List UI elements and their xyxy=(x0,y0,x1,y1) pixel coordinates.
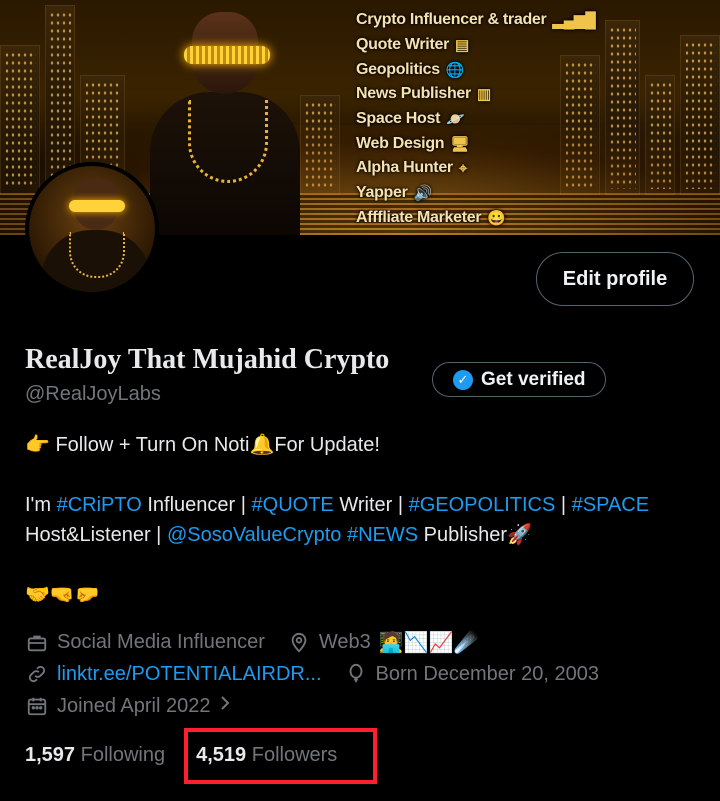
display-name: RealJoy That Mujahid Crypto xyxy=(25,344,390,375)
chart-bars-icon: ▂▄▆█ xyxy=(552,12,596,30)
followers-highlight-box xyxy=(184,728,377,784)
joined-label: Joined April 2022 xyxy=(57,694,211,717)
pointing-hand-icon: 👉 xyxy=(25,434,50,456)
birthday-item: Born December 20, 2003 xyxy=(344,662,599,686)
following-label: Following xyxy=(80,744,166,766)
newspaper-icon: ▥ xyxy=(476,86,491,104)
calendar-icon xyxy=(25,694,49,718)
get-verified-button[interactable]: ✓ Get verified xyxy=(432,362,606,397)
banner-skill-item: Yapper 🔊 xyxy=(356,181,596,206)
balloon-icon xyxy=(344,662,368,686)
banner-skill-item: Geopolitics 🌐 xyxy=(356,57,596,82)
location-item: Web3 🧑‍💻📉📈☄️ xyxy=(287,630,479,655)
bio-text: I'm xyxy=(25,494,57,516)
joined-item[interactable]: Joined April 2022 xyxy=(25,694,232,718)
location-label: Web3 xyxy=(318,631,371,653)
banner-skill-label: Geopolitics xyxy=(356,60,440,78)
profile-meta-row: linktr.ee/POTENTIALAIRDR... Born Decembe… xyxy=(25,662,621,686)
crosshair-icon: ⌖ xyxy=(458,159,468,177)
document-icon: ▤ xyxy=(455,37,469,55)
profile-meta-row: Social Media Influencer Web3 🧑‍💻📉📈☄️ xyxy=(25,630,500,655)
bio-line: Host&Listener | @SosoValueCrypto #NEWS P… xyxy=(25,520,705,550)
banner-skill-item: Quote Writer ▤ xyxy=(356,33,596,58)
birthday-label: Born December 20, 2003 xyxy=(375,662,599,685)
edit-profile-button[interactable]: Edit profile xyxy=(536,252,694,306)
bell-icon: 🔔 xyxy=(249,434,275,456)
banner-skill-label: News Publisher xyxy=(356,85,471,103)
monitor-icon: 🖥 xyxy=(450,135,470,153)
bio-text: Follow + Turn On Noti xyxy=(55,434,250,456)
briefcase-icon xyxy=(25,631,49,655)
hashtag-link[interactable]: #GEOPOLITICS xyxy=(409,494,556,516)
speaker-icon: 🔊 xyxy=(413,185,433,203)
banner-skill-label: Afffliate Marketer xyxy=(356,208,482,226)
banner-skill-label: Yapper xyxy=(356,184,408,202)
category-label: Social Media Influencer xyxy=(57,631,265,653)
banner-skill-item: Space Host 🪐 xyxy=(356,107,596,132)
banner-skill-item: News Publisher ▥ xyxy=(356,82,596,107)
bio-text: | xyxy=(555,494,572,516)
handshake-emoji-icon: 🤝🤜🤛 xyxy=(25,584,100,606)
banner-skill-label: Crypto Influencer & trader xyxy=(356,11,547,29)
bio-text: Writer | xyxy=(333,494,409,516)
rocket-icon: 🚀 xyxy=(507,524,532,546)
verified-badge-icon: ✓ xyxy=(453,369,473,390)
link-icon xyxy=(25,662,49,686)
smile-icon: 😀 xyxy=(487,209,506,227)
banner-skill-list: Crypto Influencer & trader ▂▄▆█ Quote Writ… xyxy=(356,8,596,230)
chevron-right-icon xyxy=(218,694,232,718)
location-emoji-icons: 🧑‍💻📉📈☄️ xyxy=(378,632,479,654)
banner-skill-label: Web Design xyxy=(356,134,445,152)
banner-skill-item: Crypto Influencer & trader ▂▄▆█ xyxy=(356,8,596,33)
bio-text: Influencer | xyxy=(141,494,252,516)
hashtag-link[interactable]: #NEWS xyxy=(347,524,418,546)
location-pin-icon xyxy=(287,631,311,655)
following-link[interactable]: 1,597 Following xyxy=(25,744,165,767)
planet-icon: 🪐 xyxy=(446,111,465,129)
bio-line: 🤝🤜🤛 xyxy=(25,580,705,610)
bio-text: Host&Listener | xyxy=(25,524,167,546)
banner-skill-label: Quote Writer xyxy=(356,36,450,54)
hashtag-link[interactable]: #QUOTE xyxy=(252,494,334,516)
bio-line: I'm #CRiPTO Influencer | #QUOTE Writer |… xyxy=(25,490,705,520)
banner-skill-item: Alpha Hunter ⌖ xyxy=(356,156,596,181)
category-item: Social Media Influencer xyxy=(25,631,265,655)
banner-skill-label: Space Host xyxy=(356,110,441,128)
hashtag-link[interactable]: #SPACE xyxy=(572,494,649,516)
banner-figure xyxy=(150,0,300,235)
website-link[interactable]: linktr.ee/POTENTIALAIRDR... xyxy=(57,663,322,686)
bio-line: 👉 Follow + Turn On Noti🔔For Update! xyxy=(25,430,705,460)
banner-skill-item: Afffliate Marketer 😀 xyxy=(356,206,596,231)
hashtag-link[interactable]: #CRiPTO xyxy=(57,494,142,516)
globe-icon: 🌐 xyxy=(445,61,465,79)
user-handle: @RealJoyLabs xyxy=(25,383,161,405)
mention-link[interactable]: @SosoValueCrypto xyxy=(167,524,341,546)
get-verified-label: Get verified xyxy=(481,368,586,390)
bio: 👉 Follow + Turn On Noti🔔For Update! I'm … xyxy=(25,430,705,610)
banner-skill-label: Alpha Hunter xyxy=(356,159,453,177)
banner-skill-item: Web Design 🖥 xyxy=(356,131,596,156)
following-count: 1,597 xyxy=(25,744,76,766)
avatar[interactable] xyxy=(25,162,159,296)
bio-text: For Update! xyxy=(274,434,380,456)
website-item[interactable]: linktr.ee/POTENTIALAIRDR... xyxy=(25,662,322,686)
profile-meta-row: Joined April 2022 xyxy=(25,694,254,718)
bio-text: Publisher xyxy=(418,524,508,546)
